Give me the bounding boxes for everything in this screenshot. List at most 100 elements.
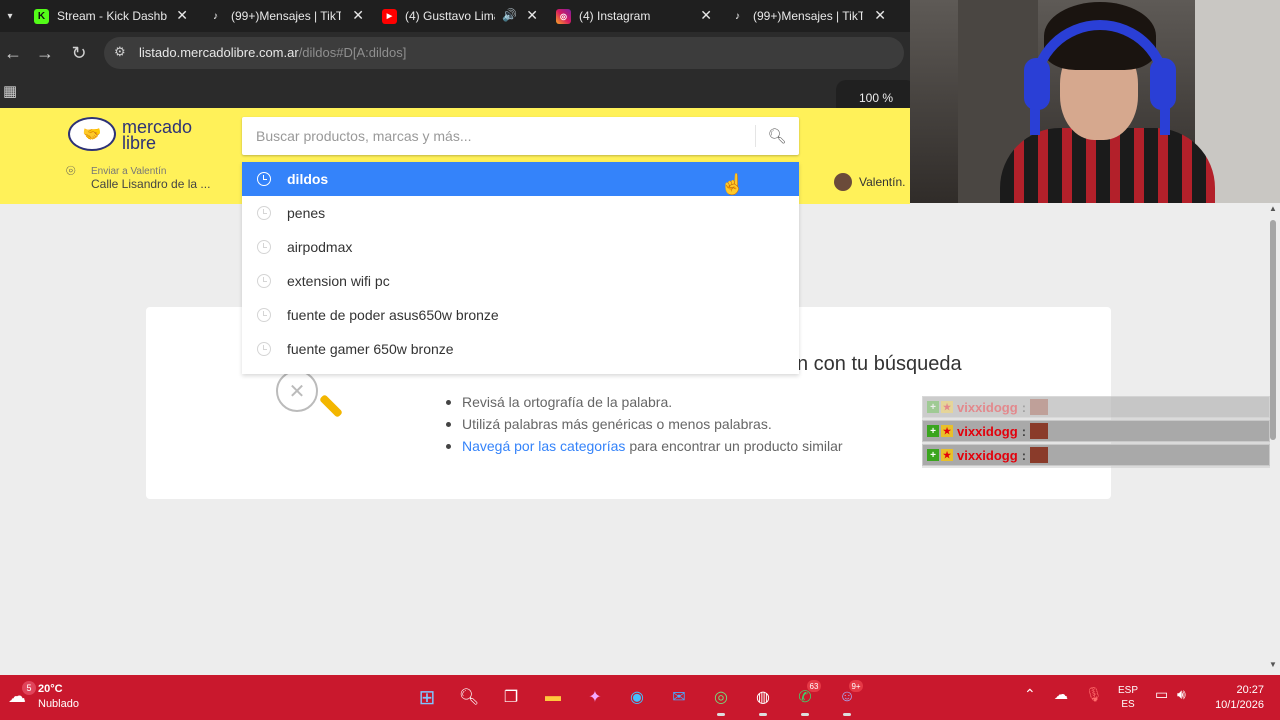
language-indicator[interactable]: ESP ES (1118, 684, 1138, 712)
weather-widget[interactable]: ☁ 5 20°C Nublado (8, 681, 108, 713)
start-icon[interactable]: ⊞ (413, 683, 441, 711)
apps-grid-icon[interactable]: ▦ (3, 82, 17, 100)
suggestion-item[interactable]: penes (242, 196, 799, 230)
webcam-overlay (910, 0, 1280, 203)
close-tab-icon[interactable]: ✕ (526, 7, 538, 24)
tab-label: Stream - Kick Dashbo (57, 9, 167, 23)
scroll-down-icon[interactable]: ▼ (1269, 660, 1277, 669)
tab-instagram[interactable]: ◎ (4) Instagram ✕ (556, 0, 718, 32)
history-clock-icon (257, 240, 271, 254)
forward-icon[interactable]: → (32, 40, 58, 66)
network-icon[interactable]: ▭ (1155, 686, 1168, 703)
scroll-thumb[interactable] (1270, 220, 1276, 440)
chat-username: vixxidogg (957, 447, 1018, 463)
chat-message: + ★ vixxidogg: (922, 444, 1270, 466)
discord-badge: 9+ (849, 680, 863, 692)
gift-badge-icon: ★ (941, 401, 953, 413)
tab-label: (99+)Mensajes | TikTo (753, 9, 863, 23)
search-icon[interactable]: 🔍︎ (455, 683, 483, 711)
weather-condition: Nublado (38, 698, 79, 710)
reload-icon[interactable]: ↻ (66, 40, 92, 66)
url-text: listado.mercadolibre.com.ar/dildos#D[A:d… (139, 45, 407, 60)
whatsapp-icon[interactable]: ✆ 63 (791, 680, 821, 716)
tab-label: (4) Gusttavo Lima (405, 9, 495, 23)
suggestion-text: dildos (287, 171, 329, 187)
chat-username: vixxidogg (957, 423, 1018, 439)
site-settings-icon[interactable]: ⚙ (114, 44, 126, 60)
delivery-location[interactable]: ⌾ Enviar a Valentín Calle Lisandro de la… (66, 163, 236, 193)
obs-icon[interactable]: ◍ (749, 683, 777, 716)
hand-cursor-icon: ☝ (720, 174, 745, 196)
lang-line1: ESP (1118, 685, 1139, 696)
tip-item: Navegá por las categorías para encontrar… (444, 437, 843, 459)
handshake-icon: 🤝 (68, 117, 116, 151)
tip-item: Utilizá palabras más genéricas o menos p… (444, 415, 843, 437)
volume-icon[interactable]: 🔊︎ (1177, 686, 1186, 703)
clock-time: 20:27 (1236, 684, 1264, 696)
tab-tiktok[interactable]: ♪ (99+)Mensajes | TikTo ✕ (208, 0, 370, 32)
task-view-icon[interactable]: ❐ (497, 683, 525, 711)
chevron-up-icon[interactable]: ⌃ (1024, 686, 1036, 703)
scroll-up-icon[interactable]: ▲ (1269, 204, 1277, 213)
mail-icon[interactable]: ✉ (665, 683, 693, 711)
gift-badge-icon: ★ (941, 449, 953, 461)
close-tab-icon[interactable]: ✕ (874, 7, 886, 24)
edge-icon[interactable]: ◉ (623, 683, 651, 711)
emote-icon (1030, 423, 1049, 439)
taskbar-clock[interactable]: 20:27 10/1/2026 (1204, 683, 1264, 713)
stream-chat-overlay: + ★ vixxidogg: + ★ vixxidogg: + ★ vixxidogg… (922, 396, 1270, 468)
suggestion-item[interactable]: fuente de poder asus650w bronze (242, 298, 799, 332)
search-divider (755, 125, 756, 147)
mercadolibre-logo[interactable]: 🤝 mercado libre (68, 117, 208, 157)
kick-icon: K (34, 8, 49, 24)
tab-youtube[interactable]: ▶ (4) Gusttavo Lima 🔊 ✕ (382, 0, 544, 32)
weather-temp: 20°C (38, 683, 63, 695)
page-scrollbar[interactable]: ▲ ▼ (1266, 204, 1280, 676)
youtube-icon: ▶ (382, 8, 397, 24)
location-pin-icon: ⌾ (66, 163, 76, 180)
tab-search-dropdown-icon[interactable]: ▾ (0, 0, 20, 32)
suggestion-text: extension wifi pc (287, 273, 390, 289)
chrome-icon[interactable]: ◎ (707, 683, 735, 716)
emote-icon (1030, 447, 1049, 463)
close-tab-icon[interactable]: ✕ (700, 7, 712, 24)
suggestion-text: airpodmax (287, 239, 353, 255)
search-tips-list: Revisá la ortografía de la palabra. Util… (444, 393, 843, 459)
suggestion-item[interactable]: fuente gamer 650w bronze (242, 332, 799, 366)
tab-kick[interactable]: K Stream - Kick Dashbo ✕ (34, 0, 194, 32)
subscriber-badge-icon: + (927, 425, 939, 437)
user-menu[interactable]: Valentín. (834, 173, 905, 191)
close-tab-icon[interactable]: ✕ (352, 7, 364, 24)
suggestion-text: penes (287, 205, 326, 221)
discord-icon[interactable]: ☺ 9+ (833, 680, 863, 716)
tab-label: (99+)Mensajes | TikTo (231, 9, 341, 23)
close-tab-icon[interactable]: ✕ (176, 7, 188, 24)
whatsapp-badge: 63 (807, 680, 821, 692)
history-clock-icon (257, 206, 271, 220)
suggestion-item[interactable]: extension wifi pc (242, 264, 799, 298)
delivery-address: Calle Lisandro de la ... (91, 177, 211, 191)
chat-message: + ★ vixxidogg: (922, 420, 1270, 442)
search-button[interactable]: 🔍︎ (760, 121, 794, 151)
back-icon[interactable]: ← (0, 40, 26, 66)
categories-link[interactable]: Navegá por las categorías (462, 438, 625, 454)
subscriber-badge-icon: + (927, 449, 939, 461)
file-explorer-icon[interactable]: ▬ (539, 683, 567, 711)
subscriber-badge-icon: + (927, 401, 939, 413)
suggestion-item[interactable]: dildos (242, 162, 799, 196)
clock-date: 10/1/2026 (1215, 699, 1264, 711)
tip-text: para encontrar un producto similar (625, 438, 843, 454)
search-suggestions: dildos penes airpodmax extension wifi pc… (242, 162, 799, 374)
microphone-icon[interactable]: 🎙︎ (1085, 686, 1103, 703)
onedrive-icon[interactable]: ☁ (1054, 686, 1068, 703)
tab-tiktok-2[interactable]: ♪ (99+)Mensajes | TikTo ✕ (730, 0, 892, 32)
search-input[interactable] (242, 117, 752, 155)
url-field[interactable]: ⚙ listado.mercadolibre.com.ar/dildos#D[A… (104, 37, 904, 69)
speaker-icon[interactable]: 🔊 (502, 8, 517, 22)
weather-badge: 5 (22, 681, 36, 695)
suggestion-item[interactable]: airpodmax (242, 230, 799, 264)
tab-label: (4) Instagram (579, 9, 651, 23)
copilot-icon[interactable]: ✦ (581, 683, 609, 711)
gift-badge-icon: ★ (941, 425, 953, 437)
history-clock-icon (257, 308, 271, 322)
